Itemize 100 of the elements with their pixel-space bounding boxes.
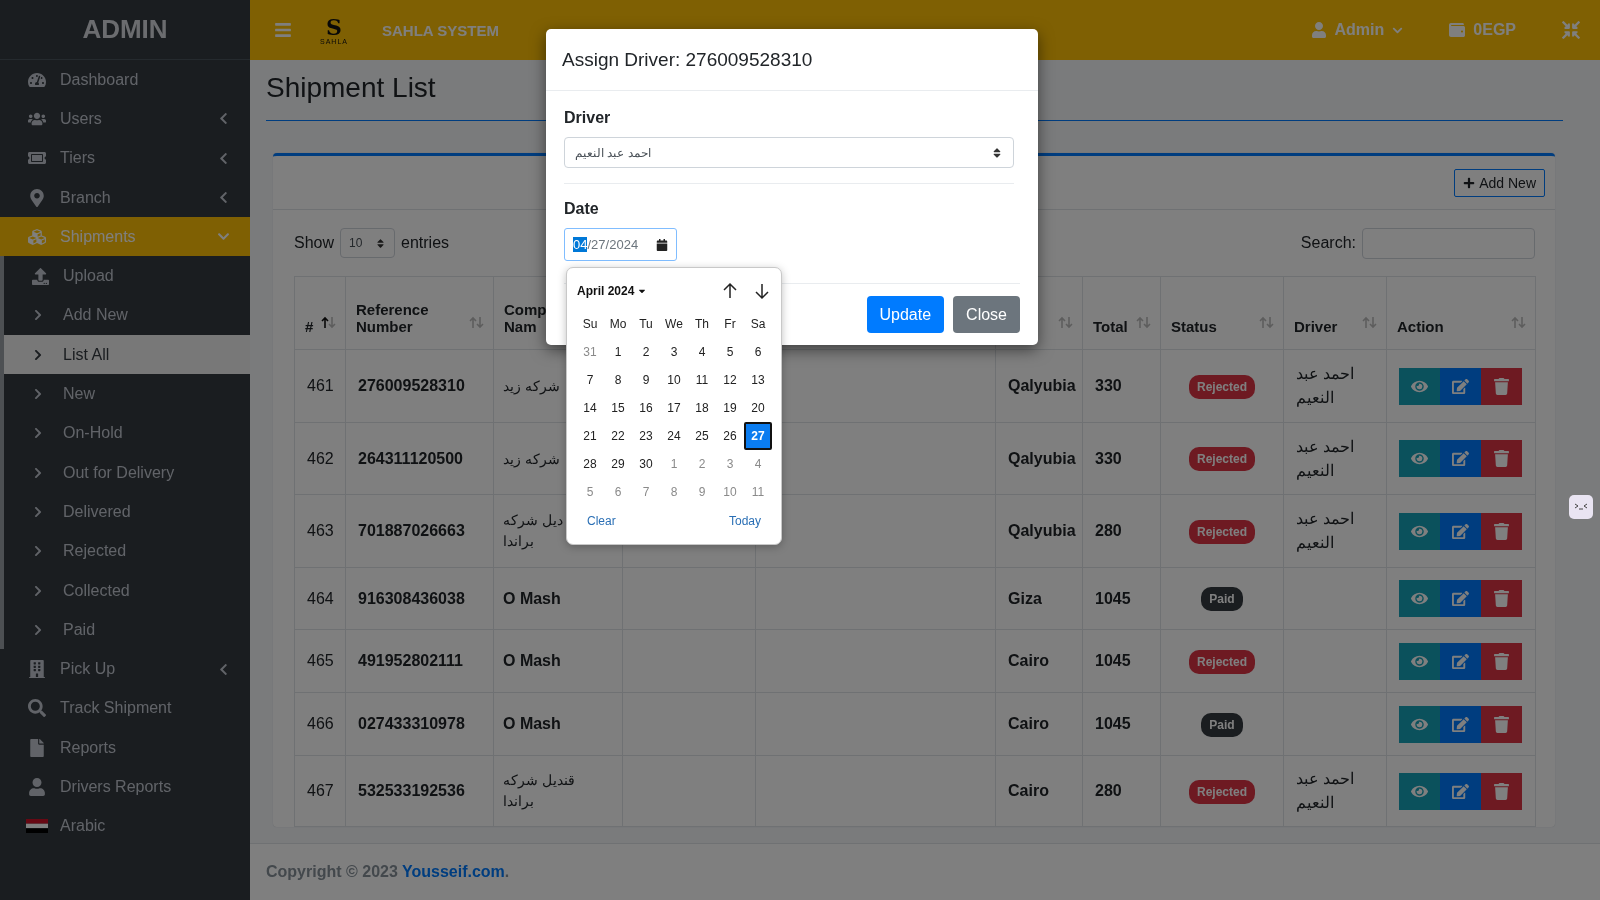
view-button[interactable]	[1399, 512, 1440, 550]
column-header[interactable]: Action	[1386, 276, 1536, 350]
view-button[interactable]	[1399, 642, 1440, 680]
calendar-day[interactable]: 19	[716, 394, 744, 422]
edit-button[interactable]	[1440, 642, 1481, 680]
calendar-day[interactable]: 2	[688, 450, 716, 478]
calendar-day[interactable]: 24	[660, 422, 688, 450]
delete-button[interactable]	[1481, 512, 1522, 550]
view-button[interactable]	[1399, 772, 1440, 810]
view-button[interactable]	[1399, 367, 1440, 405]
sidebar-subitem[interactable]: Rejected	[4, 531, 250, 571]
calendar-day[interactable]: 6	[744, 338, 772, 366]
calendar-day[interactable]: 25	[688, 422, 716, 450]
calendar-day[interactable]: 31	[576, 338, 604, 366]
edit-button[interactable]	[1440, 367, 1481, 405]
sidebar-subitem[interactable]: Upload	[4, 256, 250, 296]
calendar-day[interactable]: 4	[744, 450, 772, 478]
calendar-day[interactable]: 3	[660, 338, 688, 366]
calendar-day[interactable]: 1	[604, 338, 632, 366]
compress-icon[interactable]	[1562, 21, 1580, 39]
calendar-day[interactable]: 15	[604, 394, 632, 422]
calendar-day[interactable]: 3	[716, 450, 744, 478]
sidebar-item[interactable]: Users	[0, 99, 250, 139]
calendar-day[interactable]: 20	[744, 394, 772, 422]
driver-select[interactable]: احمد عبد النعيم	[564, 137, 1014, 168]
sidebar-subitem[interactable]: New	[4, 374, 250, 414]
edit-button[interactable]	[1440, 705, 1481, 743]
sidebar-item[interactable]: Reports	[0, 728, 250, 768]
sidebar-subitem[interactable]: Delivered	[4, 492, 250, 532]
calendar-day[interactable]: 26	[716, 422, 744, 450]
calendar-day[interactable]: 23	[632, 422, 660, 450]
view-button[interactable]	[1399, 705, 1440, 743]
calendar-day[interactable]: 7	[632, 478, 660, 506]
calendar-day[interactable]: 30	[632, 450, 660, 478]
calendar-day[interactable]: 29	[604, 450, 632, 478]
calendar-day[interactable]: 9	[688, 478, 716, 506]
today-link[interactable]: Today	[728, 514, 761, 528]
calendar-day[interactable]: 1	[660, 450, 688, 478]
search-field[interactable]	[1362, 227, 1535, 259]
month-selector[interactable]: April 2024	[577, 284, 648, 298]
column-header[interactable]: Driver	[1283, 276, 1387, 350]
calendar-day[interactable]: 5	[716, 338, 744, 366]
calendar-day[interactable]: 8	[604, 366, 632, 394]
calendar-day[interactable]: 9	[632, 366, 660, 394]
site-link[interactable]: Yousseif.com	[402, 863, 505, 880]
calendar-day[interactable]: 28	[576, 450, 604, 478]
delete-button[interactable]	[1481, 440, 1522, 477]
sidebar-subitem[interactable]: Paid	[4, 610, 250, 650]
column-header[interactable]: Status	[1160, 276, 1284, 350]
sidebar-item[interactable]: Pick Up	[0, 649, 250, 689]
sidebar-subitem[interactable]: List All	[4, 335, 250, 375]
calendar-day[interactable]: 10	[660, 366, 688, 394]
calendar-day[interactable]: 4	[688, 338, 716, 366]
calendar-day[interactable]: 11	[744, 478, 772, 506]
entries-select[interactable]: 10	[340, 228, 396, 258]
add-new-button[interactable]: Add New	[1454, 168, 1545, 197]
calendar-day[interactable]: 18	[688, 394, 716, 422]
edit-button[interactable]	[1440, 512, 1481, 550]
menu-icon[interactable]	[274, 21, 292, 39]
sidebar-item[interactable]: Tiers	[0, 138, 250, 178]
assistant-widget[interactable]	[1569, 495, 1593, 519]
sidebar-item[interactable]: Drivers Reports	[0, 767, 250, 807]
delete-button[interactable]	[1481, 367, 1522, 405]
sort-icon[interactable]	[321, 316, 337, 329]
column-header[interactable]: Reference Number	[345, 276, 494, 350]
calendar-day[interactable]: 27	[744, 422, 772, 450]
update-button[interactable]: Update	[866, 296, 945, 333]
delete-button[interactable]	[1481, 580, 1522, 617]
calendar-day[interactable]: 8	[660, 478, 688, 506]
sidebar-subitem[interactable]: Out for Delivery	[4, 452, 250, 493]
sidebar-item[interactable]: Dashboard	[0, 60, 250, 100]
calendar-day[interactable]: 11	[688, 366, 716, 394]
edit-button[interactable]	[1440, 772, 1481, 810]
delete-button[interactable]	[1481, 705, 1522, 743]
column-header[interactable]: #	[294, 276, 346, 350]
calendar-day[interactable]: 13	[744, 366, 772, 394]
calendar-day[interactable]: 6	[604, 478, 632, 506]
calendar-day[interactable]: 22	[604, 422, 632, 450]
delete-button[interactable]	[1481, 642, 1522, 680]
calendar-day[interactable]: 2	[632, 338, 660, 366]
previous-month-button[interactable]	[721, 282, 739, 300]
delete-button[interactable]	[1481, 772, 1522, 810]
calendar-day[interactable]: 16	[632, 394, 660, 422]
sidebar-subitem[interactable]: Collected	[4, 570, 250, 611]
calendar-day[interactable]: 5	[576, 478, 604, 506]
clear-link[interactable]: Clear	[587, 514, 616, 528]
calendar-day[interactable]: 14	[576, 394, 604, 422]
sidebar-subitem[interactable]: Add New	[4, 295, 250, 336]
edit-button[interactable]	[1440, 580, 1481, 617]
close-button[interactable]: Close	[953, 296, 1020, 333]
sidebar-item[interactable]: Arabic	[0, 806, 250, 846]
view-button[interactable]	[1399, 440, 1440, 477]
sidebar-subitem[interactable]: On-Hold	[4, 413, 250, 453]
view-button[interactable]	[1399, 580, 1440, 617]
calendar-day[interactable]: 21	[576, 422, 604, 450]
sidebar-item[interactable]: Track Shipment	[0, 688, 250, 729]
calendar-day[interactable]: 12	[716, 366, 744, 394]
calendar-day[interactable]: 7	[576, 366, 604, 394]
column-header[interactable]: Total	[1082, 276, 1161, 350]
calendar-day[interactable]: 10	[716, 478, 744, 506]
